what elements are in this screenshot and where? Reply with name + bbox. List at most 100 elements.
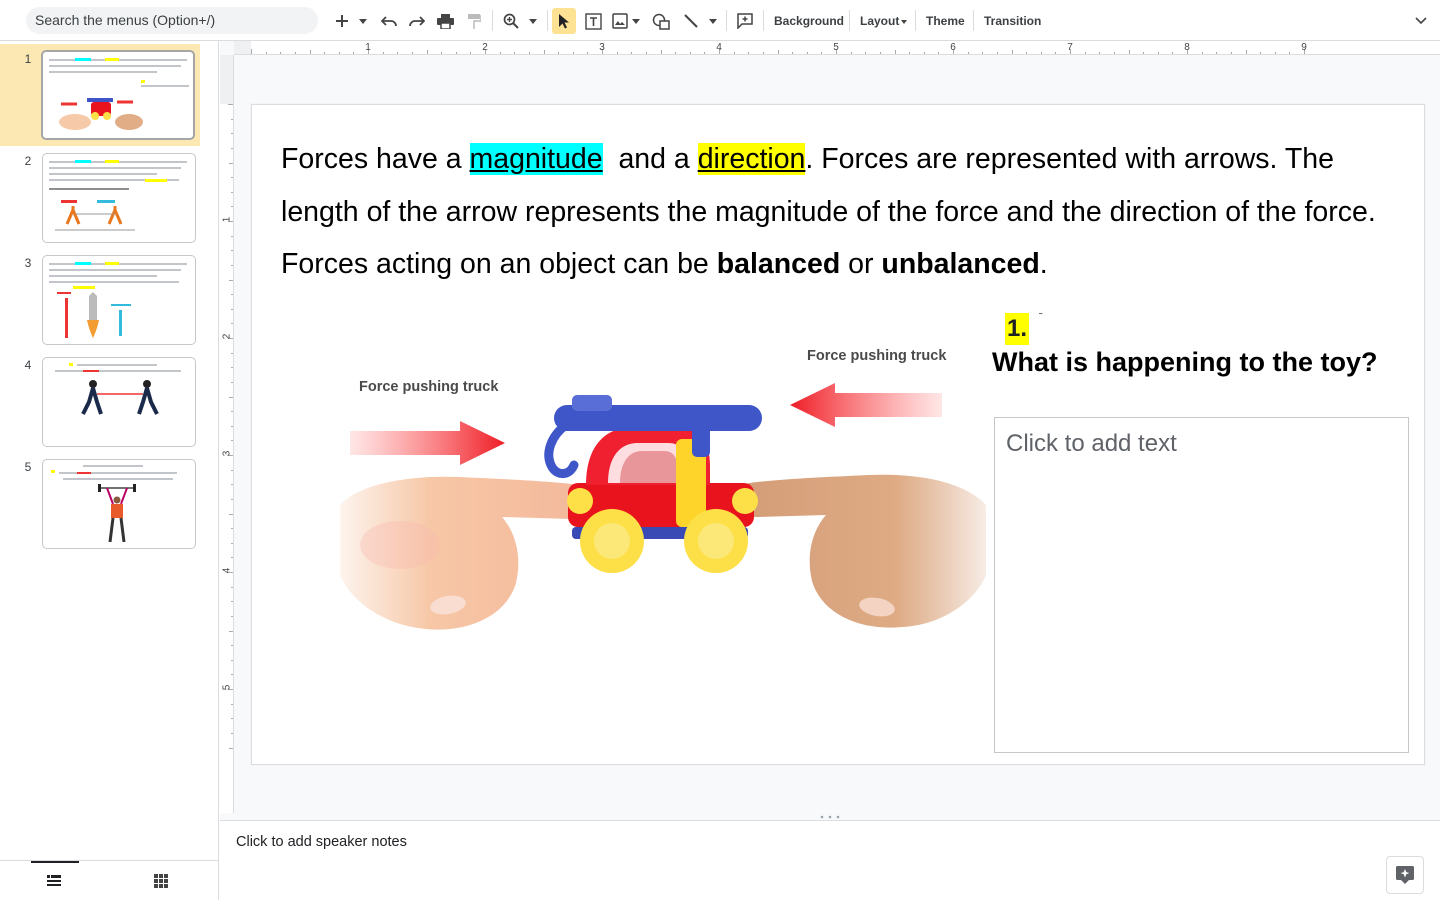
new-slide-dropdown[interactable] [356,8,370,34]
ruler-tick [231,118,233,120]
insert-image-dropdown[interactable] [630,8,642,34]
ruler-tick [1157,52,1159,54]
slide-number: 1 [24,52,32,66]
slide-preview [42,459,196,549]
ruler-tick [1055,52,1057,54]
search-menus-input[interactable]: Search the menus (Option+/) [26,7,318,34]
filmstrip-view-bar [0,860,219,900]
filmstrip-view-button[interactable] [44,871,64,891]
vertical-ruler[interactable]: 1 2 3 4 5 [220,55,234,813]
ruler-tick [231,264,233,266]
ruler-tick [733,52,735,54]
layout-button[interactable]: Layout [858,8,909,34]
collapse-toolbar-button[interactable] [1410,8,1432,34]
theme-button[interactable]: Theme [924,8,967,34]
current-slide[interactable]: Forces have a magnitude and a direction.… [251,104,1425,765]
text-run: . [1039,248,1048,280]
question-text[interactable]: What is happening to the toy? [992,347,1377,378]
ruler-tick [748,52,750,54]
answer-text-box[interactable]: Click to add text [994,417,1409,753]
ruler-tick [231,732,233,734]
ruler-tick [229,513,233,515]
text-box-button[interactable] [582,8,604,34]
question-mark-glyph: ˜ [1039,312,1043,323]
ruler-tick [231,191,233,193]
paint-format-button[interactable] [463,8,485,34]
ruler-tick [441,52,443,54]
slide-body-text[interactable]: Forces have a magnitude and a direction.… [281,133,1391,291]
ruler-tick [231,323,233,325]
toolbar-separator [726,10,727,31]
chevron-down-icon [529,18,537,24]
zoom-dropdown[interactable] [526,8,540,34]
line-dropdown[interactable] [706,8,720,34]
ruler-number: 5 [833,42,839,53]
ruler-tick [228,104,233,105]
select-tool-button[interactable] [552,8,576,34]
ruler-number: 1 [365,42,371,53]
shape-button[interactable] [650,8,672,34]
ruler-tick [265,52,267,54]
drag-handle-icon [820,815,840,819]
ruler-tick [309,50,311,54]
ruler-tick [231,645,233,647]
ruler-tick [455,52,457,54]
insert-image-button[interactable] [610,8,630,34]
notes-resize-handle[interactable] [220,813,1440,821]
slide-filmstrip: 1 2 3 4 5 [0,41,219,860]
toolbar-separator [492,10,493,31]
ruler-tick [499,52,501,54]
horizontal-ruler[interactable]: 1 2 3 4 5 6 7 8 9 [234,41,1440,55]
undo-button[interactable] [378,8,400,34]
ruler-tick [1260,52,1262,54]
new-slide-button[interactable] [332,8,352,34]
slide-thumbnail-3[interactable]: 3 [0,248,219,350]
transition-button[interactable]: Transition [982,8,1043,34]
background-button[interactable]: Background [772,8,846,34]
ruler-tick [1245,50,1247,54]
zoom-button[interactable] [500,8,522,34]
ruler-tick [231,498,233,500]
ruler-tick [938,52,940,54]
ruler-tick [231,147,233,149]
ruler-tick [528,52,530,54]
slide-thumbnail-1[interactable]: 1 [0,44,200,146]
slide-thumbnail-4[interactable]: 4 [0,350,219,452]
ruler-tick [294,52,296,54]
print-button[interactable] [434,8,456,34]
ruler-tick [821,52,823,54]
ruler-tick [426,50,428,54]
ruler-tick [231,367,233,369]
toy-truck-illustration[interactable]: Force pushing truck Force pushing truck [340,335,986,655]
ruler-tick [229,279,233,281]
ruler-tick [231,586,233,588]
ruler-tick [231,206,233,208]
ruler-number: 4 [716,42,722,53]
ruler-tick [762,52,764,54]
ruler-number: 7 [1067,42,1073,53]
slide-thumbnail-5[interactable]: 5 [0,452,219,554]
ruler-tick [909,52,911,54]
ruler-tick [631,52,633,54]
ruler-tick [470,52,472,54]
line-button[interactable] [680,8,702,34]
ruler-tick [231,718,233,720]
explore-button[interactable] [1386,856,1424,894]
ruler-tick [850,52,852,54]
ruler-tick [558,52,560,54]
ruler-number: 2 [221,333,233,340]
ruler-tick [1128,50,1130,54]
ruler-margin [220,55,233,104]
direction-highlight: direction [697,143,806,175]
speaker-notes-panel[interactable]: Click to add speaker notes [220,822,1440,900]
ruler-tick [923,52,925,54]
rocket-illustration-thumbnail [57,292,131,338]
redo-button[interactable] [406,8,428,34]
grid-view-button[interactable] [151,871,171,891]
slide-thumbnail-2[interactable]: 2 [0,146,219,248]
add-comment-button[interactable] [734,8,756,34]
ruler-tick [1084,52,1086,54]
slide-number: 5 [24,460,32,474]
slide-number: 2 [24,154,32,168]
ruler-number: 1 [221,216,233,223]
